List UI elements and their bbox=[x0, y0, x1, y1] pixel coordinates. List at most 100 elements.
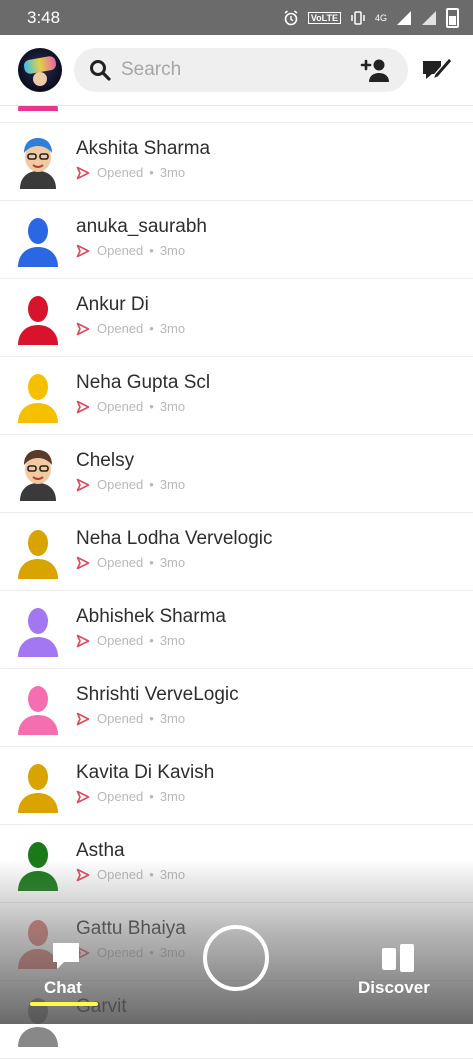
bitmoji-avatar[interactable] bbox=[14, 135, 62, 189]
ghost-avatar-icon[interactable] bbox=[14, 369, 62, 423]
separator-dot: • bbox=[149, 477, 154, 492]
chat-list: Opened•3moAkshita SharmaOpened•3moanuka_… bbox=[0, 45, 473, 1059]
sent-arrow-icon bbox=[76, 712, 90, 725]
nav-discover[interactable]: Discover bbox=[356, 940, 446, 1000]
status-text: Opened bbox=[97, 165, 144, 180]
status-age: 3mo bbox=[159, 477, 186, 492]
chat-name: Shrishti VerveLogic bbox=[76, 684, 239, 705]
status-text: Opened bbox=[97, 633, 144, 648]
sent-arrow-icon bbox=[76, 478, 90, 491]
status-text: Opened bbox=[97, 711, 144, 726]
status-text: Opened bbox=[97, 945, 144, 960]
ghost-avatar-icon[interactable] bbox=[14, 681, 62, 735]
chat-name: Akshita Sharma bbox=[76, 138, 211, 159]
chat-status: Opened • 3mo bbox=[76, 321, 185, 336]
chat-status: Opened • 3mo bbox=[76, 633, 185, 648]
signal-icon bbox=[397, 11, 411, 25]
status-text: Opened bbox=[97, 399, 144, 414]
bitmoji-face bbox=[33, 72, 47, 86]
profile-avatar[interactable] bbox=[18, 48, 62, 92]
status-age: 3mo bbox=[159, 789, 186, 804]
sent-arrow-icon bbox=[76, 868, 90, 881]
status-icons: VoLTE 4G bbox=[283, 8, 459, 28]
status-age: 3mo bbox=[159, 243, 186, 258]
chat-row[interactable]: Abhishek Sharma Opened • 3mo bbox=[0, 591, 473, 669]
ghost-avatar-icon[interactable] bbox=[14, 213, 62, 267]
status-age: 3mo bbox=[159, 945, 186, 960]
camera-capture-button[interactable] bbox=[203, 925, 269, 991]
status-age: 3mo bbox=[159, 555, 186, 570]
sent-arrow-icon bbox=[76, 400, 90, 413]
chat-name: Gattu Bhaiya bbox=[76, 918, 186, 939]
discover-label: Discover bbox=[358, 978, 430, 997]
separator-dot: • bbox=[149, 399, 154, 414]
sent-arrow-icon bbox=[76, 244, 90, 257]
chat-row[interactable]: Chelsy Opened • 3mo bbox=[0, 435, 473, 513]
separator-dot: • bbox=[149, 555, 154, 570]
status-text: Opened bbox=[97, 477, 144, 492]
alarm-icon bbox=[284, 10, 298, 26]
status-age: 3mo bbox=[159, 165, 186, 180]
status-text: Opened bbox=[97, 789, 144, 804]
chat-row[interactable]: Kavita Di Kavish Opened • 3mo bbox=[0, 747, 473, 825]
status-age: 3mo bbox=[159, 399, 186, 414]
separator-dot: • bbox=[149, 321, 154, 336]
chat-icon bbox=[53, 943, 79, 969]
search-icon bbox=[90, 60, 111, 81]
new-chat-icon[interactable] bbox=[421, 55, 453, 85]
status-age: 3mo bbox=[159, 867, 186, 882]
ghost-avatar-icon[interactable] bbox=[14, 603, 62, 657]
chat-status: Opened • 3mo bbox=[76, 555, 185, 570]
ghost-avatar-icon[interactable] bbox=[14, 759, 62, 813]
search-bar[interactable]: Search bbox=[74, 48, 408, 92]
ghost-avatar-icon[interactable] bbox=[14, 525, 62, 579]
status-text: Opened bbox=[97, 555, 144, 570]
add-friend-icon[interactable] bbox=[360, 57, 390, 83]
chat-status: Opened • 3mo bbox=[76, 165, 185, 180]
sent-arrow-icon bbox=[76, 166, 90, 179]
top-bar: Search bbox=[0, 35, 473, 106]
chat-row[interactable]: anuka_saurabh Opened • 3mo bbox=[0, 201, 473, 279]
chat-name: Chelsy bbox=[76, 450, 135, 471]
volte-badge: VoLTE bbox=[307, 12, 341, 24]
search-input[interactable]: Search bbox=[121, 59, 181, 81]
chat-name: Neha Lodha Vervelogic bbox=[76, 528, 273, 549]
status-text: Opened bbox=[97, 867, 144, 882]
chat-name: Neha Gupta Scl bbox=[76, 372, 211, 393]
chat-row[interactable]: Neha Lodha Vervelogic Opened • 3mo bbox=[0, 513, 473, 591]
separator-dot: • bbox=[149, 711, 154, 726]
chat-status: Opened • 3mo bbox=[76, 789, 185, 804]
chat-row[interactable]: Neha Gupta Scl Opened • 3mo bbox=[0, 357, 473, 435]
chat-row[interactable]: Astha Opened • 3mo bbox=[0, 825, 473, 903]
status-age: 3mo bbox=[159, 321, 186, 336]
chat-label: Chat bbox=[44, 978, 82, 997]
chat-status: Opened • 3mo bbox=[76, 711, 185, 726]
separator-dot: • bbox=[149, 867, 154, 882]
status-age: 3mo bbox=[159, 633, 186, 648]
separator-dot: • bbox=[149, 243, 154, 258]
sent-arrow-icon bbox=[76, 634, 90, 647]
chat-row[interactable]: Shrishti VerveLogic Opened • 3mo bbox=[0, 669, 473, 747]
status-age: 3mo bbox=[159, 711, 186, 726]
chat-row[interactable]: Ankur Di Opened • 3mo bbox=[0, 279, 473, 357]
chat-name: Ankur Di bbox=[76, 294, 149, 315]
chat-row[interactable]: Akshita Sharma Opened • 3mo bbox=[0, 123, 473, 201]
status-bar: 3:48 VoLTE 4G bbox=[0, 0, 473, 35]
network-type: 4G bbox=[374, 13, 387, 23]
chat-name: anuka_saurabh bbox=[76, 216, 207, 237]
nav-chat[interactable]: Chat bbox=[30, 940, 100, 1010]
status-text: Opened bbox=[97, 321, 144, 336]
chat-active-indicator bbox=[30, 1002, 98, 1006]
status-time: 3:48 bbox=[27, 8, 61, 27]
separator-dot: • bbox=[149, 165, 154, 180]
status-text: Opened bbox=[97, 243, 144, 258]
ghost-avatar-icon[interactable] bbox=[14, 837, 62, 891]
bitmoji-avatar[interactable] bbox=[14, 447, 62, 501]
ghost-avatar-icon[interactable] bbox=[14, 291, 62, 345]
battery-icon bbox=[446, 8, 459, 28]
signal-icon-2 bbox=[422, 11, 436, 25]
separator-dot: • bbox=[149, 945, 154, 960]
chat-status: Opened • 3mo bbox=[76, 477, 185, 492]
chat-status: Opened • 3mo bbox=[76, 867, 185, 882]
chat-status: Opened • 3mo bbox=[76, 399, 185, 414]
